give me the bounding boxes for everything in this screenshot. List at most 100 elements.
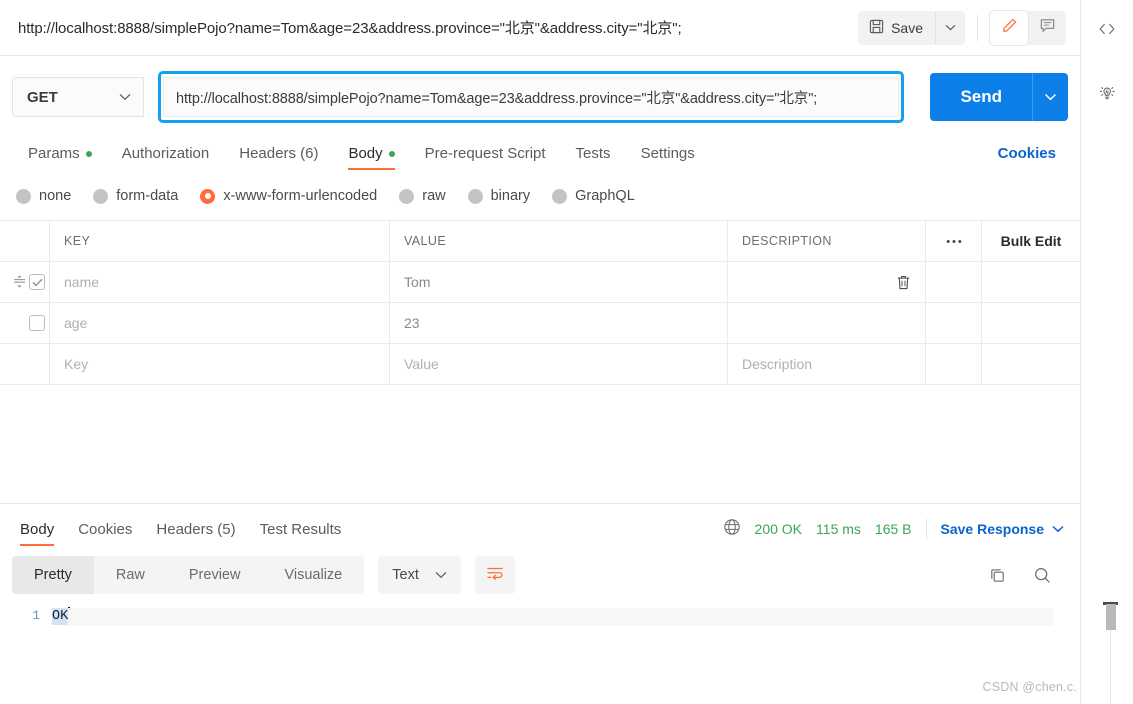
more-options-icon [946,239,961,243]
table-options-button[interactable] [926,221,982,261]
toolbar-divider [977,14,978,41]
new-row-key-input[interactable]: Key [50,344,390,384]
column-header-value: VALUE [390,221,728,261]
table-row-new[interactable]: Key Value Description [0,344,1080,385]
request-url-focus-ring: http://localhost:8888/simplePojo?name=To… [158,71,905,123]
tab-params[interactable]: Params [14,145,107,170]
view-raw-button[interactable]: Raw [94,556,167,594]
response-actions [988,566,1068,585]
response-language-select[interactable]: Text [378,556,461,594]
send-button[interactable]: Send [930,73,1032,121]
delete-row-icon[interactable] [896,274,911,291]
save-dropdown-button[interactable] [935,10,965,45]
row-enabled-checkbox[interactable] [29,315,45,331]
row-description-cell[interactable] [728,303,926,343]
chevron-down-icon [435,572,447,579]
check-icon [31,278,43,287]
radio-icon [552,188,568,204]
row-value-cell[interactable]: 23 [390,303,728,343]
row-spacer-bulk [982,344,1080,384]
row-gutter [0,262,50,302]
tab-tests[interactable]: Tests [561,145,626,170]
body-type-none[interactable]: none [16,188,71,204]
tab-settings[interactable]: Settings [626,145,710,170]
top-bar: http://localhost:8888/simplePojo?name=To… [0,0,1080,56]
line-number: 1 [32,607,40,623]
body-type-binary[interactable]: binary [467,188,531,204]
response-time: 115 ms [816,520,861,537]
code-snippet-icon[interactable] [1092,14,1122,44]
response-body-editor[interactable]: 1 OK [0,600,1080,704]
new-row-description-input[interactable]: Description [728,344,926,384]
response-body-text: OK [52,607,69,625]
body-type-radio-group: none form-data x-www-form-urlencoded raw… [0,178,1080,214]
bulk-edit-label: Bulk Edit [1000,233,1062,249]
http-method-select[interactable]: GET [12,77,144,117]
view-visualize-button[interactable]: Visualize [262,556,364,594]
tab-authorization[interactable]: Authorization [107,145,225,170]
body-type-raw[interactable]: raw [399,188,446,204]
editor-scrollbar-thumb[interactable] [1106,604,1116,630]
body-type-graphql-label: GraphQL [575,188,635,204]
bulk-edit-button[interactable]: Bulk Edit [982,221,1080,261]
tab-headers[interactable]: Headers (6) [224,145,333,170]
tab-headers-label: Headers (6) [239,145,319,162]
tab-params-label: Params [28,145,80,162]
edit-mode-button[interactable] [990,10,1028,45]
radio-icon [16,188,31,204]
tab-body[interactable]: Body [333,145,409,170]
table-header-row: KEY VALUE DESCRIPTION Bulk Edit [0,221,1080,262]
word-wrap-icon [485,565,505,586]
tab-pre-request-script[interactable]: Pre-request Script [410,145,561,170]
comment-icon [1039,17,1056,39]
word-wrap-toggle[interactable] [474,556,515,594]
watermark: CSDN @chen.c. [982,680,1077,694]
search-icon[interactable] [1033,566,1052,585]
drag-handle-icon[interactable] [13,274,26,291]
view-pretty-button[interactable]: Pretty [12,556,94,594]
table-row[interactable]: name Tom [0,262,1080,303]
body-type-x-www-form-urlencoded[interactable]: x-www-form-urlencoded [200,188,377,204]
response-tab-test-results[interactable]: Test Results [248,521,354,546]
body-type-none-label: none [39,188,72,204]
response-tab-cookies[interactable]: Cookies [66,521,144,546]
row-description-cell[interactable] [728,262,926,302]
http-method-label: GET [27,88,58,106]
request-tabs: Params Authorization Headers (6) Body Pr… [0,132,1080,170]
save-icon [869,19,884,37]
save-button[interactable]: Save [858,11,935,45]
save-response-button[interactable]: Save Response [941,521,1065,537]
save-response-label: Save Response [940,520,1045,537]
save-label: Save [891,19,923,36]
body-type-form-data[interactable]: form-data [93,188,178,204]
row-key-cell[interactable]: age [50,303,390,343]
body-type-binary-label: binary [490,188,531,204]
comments-button[interactable] [1028,11,1066,45]
send-group: Send [930,73,1068,121]
body-type-graphql[interactable]: GraphQL [552,188,635,204]
row-key-cell[interactable]: name [50,262,390,302]
row-value-cell[interactable]: Tom [390,262,728,302]
new-row-value-input[interactable]: Value [390,344,728,384]
send-dropdown-button[interactable] [1032,73,1068,121]
response-language-label: Text [392,567,419,583]
response-tab-body[interactable]: Body [8,521,66,546]
response-status: 200 OK [754,520,803,537]
response-tab-headers[interactable]: Headers (5) [144,521,247,546]
header-gutter [0,221,50,261]
radio-icon [399,188,415,204]
row-gutter [0,344,50,384]
body-type-x-www-form-urlencoded-label: x-www-form-urlencoded [223,188,378,204]
view-preview-button[interactable]: Preview [167,556,263,594]
request-url-input[interactable]: http://localhost:8888/simplePojo?name=To… [163,77,900,117]
save-group: Save [858,10,965,45]
row-enabled-checkbox[interactable] [29,274,45,290]
bulb-icon[interactable] [1092,78,1122,108]
radio-icon [93,188,109,204]
row-spacer-dots [926,344,982,384]
copy-icon[interactable] [988,566,1007,585]
cookies-link[interactable]: Cookies [998,145,1066,170]
column-header-description: DESCRIPTION [728,221,926,261]
table-row[interactable]: age 23 [0,303,1080,344]
row-spacer-bulk [982,262,1080,302]
